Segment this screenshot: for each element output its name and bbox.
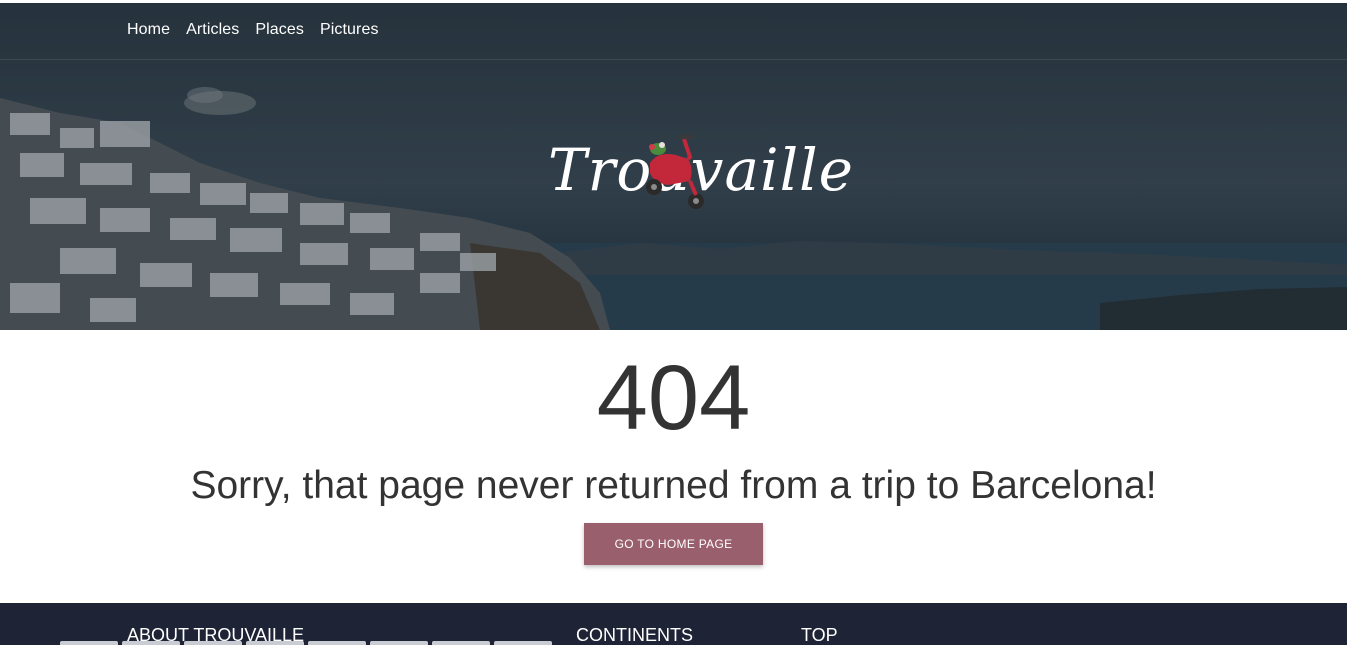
error-code: 404 <box>596 347 751 449</box>
nav-home[interactable]: Home <box>127 21 170 39</box>
site-logo[interactable]: Trouvaille <box>548 125 853 215</box>
nav-places[interactable]: Places <box>255 21 304 39</box>
footer-top-heading: TOP <box>801 625 838 645</box>
browser-tab[interactable] <box>308 641 366 645</box>
scooter-icon <box>646 135 704 209</box>
go-to-home-button[interactable]: GO TO HOME PAGE <box>584 523 763 565</box>
top-navigation: Home Articles Places Pictures <box>0 3 1347 60</box>
error-message: Sorry, that page never returned from a t… <box>190 464 1157 507</box>
nav-list: Home Articles Places Pictures <box>127 21 379 39</box>
browser-tab[interactable] <box>122 641 180 645</box>
site-footer: ABOUT TROUVAILLE CONTINENTS TOP <box>0 603 1347 645</box>
error-section: 404 Sorry, that page never returned from… <box>0 330 1347 603</box>
browser-tab[interactable] <box>60 641 118 645</box>
browser-tab[interactable] <box>494 641 552 645</box>
nav-pictures[interactable]: Pictures <box>320 21 379 39</box>
browser-tab[interactable] <box>370 641 428 645</box>
nav-articles[interactable]: Articles <box>186 21 239 39</box>
browser-tab[interactable] <box>432 641 490 645</box>
browser-tab[interactable] <box>246 641 304 645</box>
hero-banner: Home Articles Places Pictures Trouvaille <box>0 3 1347 330</box>
footer-continents-heading: CONTINENTS <box>576 625 693 645</box>
browser-tab[interactable] <box>184 641 242 645</box>
